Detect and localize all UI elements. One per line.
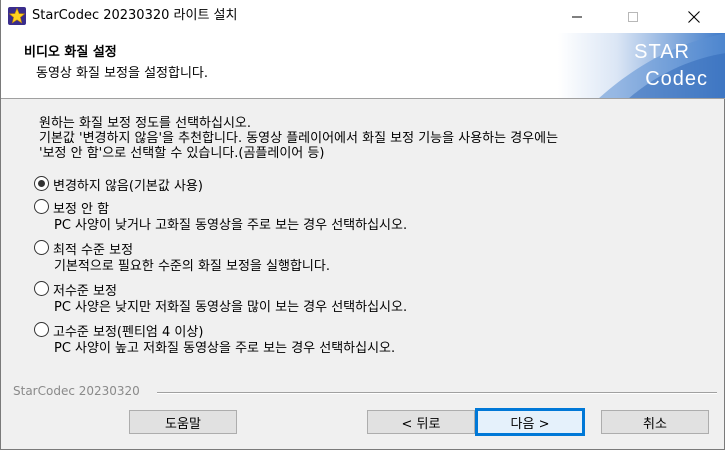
star-icon <box>8 7 26 25</box>
close-icon <box>688 10 700 23</box>
maximize-icon <box>628 11 638 22</box>
title-bar: StarCodec 20230320 라이트 설치 <box>1 0 725 33</box>
back-button[interactable]: < 뒤로 <box>367 410 475 434</box>
window-title: StarCodec 20230320 라이트 설치 <box>32 8 238 23</box>
radio-button[interactable] <box>34 199 49 214</box>
radio-button[interactable] <box>34 240 49 255</box>
instruction-line: 원하는 화질 보정 정도를 선택하십시오. <box>39 116 252 131</box>
banner-star-text: STAR <box>634 41 690 63</box>
option-description: PC 사양이 높고 저화질 동영상을 주로 보는 경우 선택하십시오. <box>54 341 396 356</box>
minimize-icon <box>572 16 582 17</box>
page-subtitle: 동영상 화질 보정을 설정합니다. <box>36 66 209 81</box>
option-description: PC 사양이 낮거나 고화질 동영상을 주로 보는 경우 선택하십시오. <box>54 218 408 233</box>
instruction-line: '보정 안 함'으로 선택할 수 있습니다.(곰플레이어 등) <box>39 146 325 161</box>
close-button[interactable] <box>671 0 717 33</box>
option-label: 변경하지 않음(기본값 사용) <box>53 179 203 194</box>
option-description: 기본적으로 필요한 수준의 화질 보정을 실행합니다. <box>54 259 330 274</box>
radio-button[interactable] <box>34 322 49 337</box>
minimize-button[interactable] <box>554 0 600 33</box>
radio-button[interactable] <box>34 176 49 191</box>
brand-label: StarCodec 20230320 <box>13 384 140 398</box>
instruction-line: 기본값 '변경하지 않음'을 추천합니다. 동영상 플레이어에서 화질 보정 기… <box>39 131 559 146</box>
help-button[interactable]: 도움말 <box>129 410 237 434</box>
radio-button[interactable] <box>34 281 49 296</box>
installer-window: StarCodec 20230320 라이트 설치 비디오 화질 설정 동영상 … <box>0 0 725 450</box>
header-panel: 비디오 화질 설정 동영상 화질 보정을 설정합니다. STAR Codec <box>1 33 725 99</box>
cancel-button[interactable]: 취소 <box>601 410 709 434</box>
maximize-button[interactable] <box>610 0 656 33</box>
banner-codec-text: Codec <box>645 68 708 90</box>
next-button[interactable]: 다음 > <box>475 408 585 436</box>
option-description: PC 사양은 낮지만 저화질 동영상을 많이 보는 경우 선택하십시오. <box>54 300 408 315</box>
page-title: 비디오 화질 설정 <box>24 45 117 60</box>
footer-divider <box>157 392 717 394</box>
instructions: 원하는 화질 보정 정도를 선택하십시오. 기본값 '변경하지 않음'을 추천합… <box>39 116 558 161</box>
starcodec-banner: STAR Codec <box>558 33 725 98</box>
